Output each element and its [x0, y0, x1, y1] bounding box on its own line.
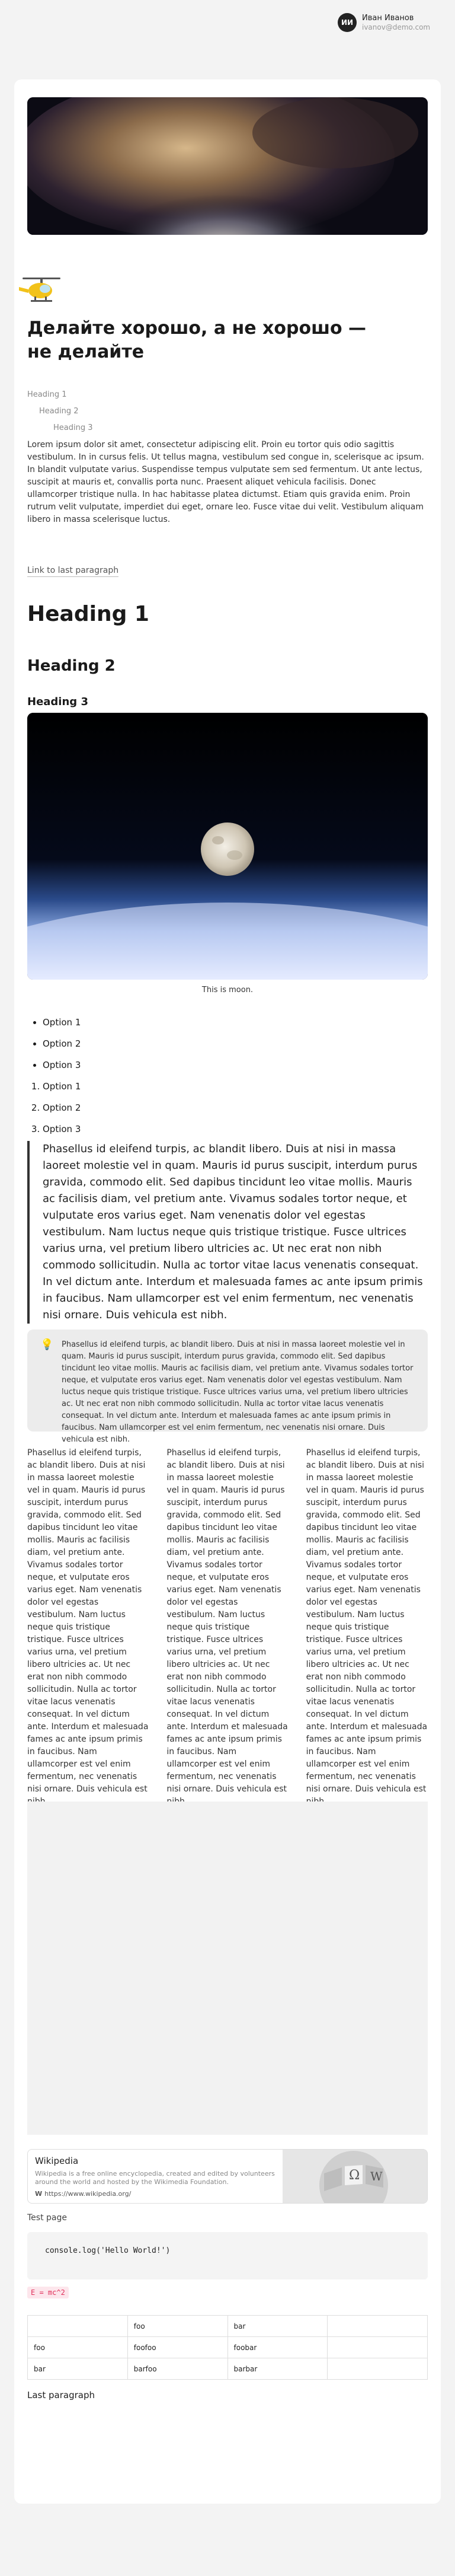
list-item: Option 1: [43, 1012, 81, 1033]
moon-image: [27, 713, 428, 980]
article-title: Делайте хорошо, а не хорошо — не делайте: [27, 318, 367, 362]
image-caption: This is moon.: [201, 986, 254, 994]
toc-item-heading-3[interactable]: Heading 3: [27, 420, 93, 436]
code-block: console.log('Hello World!'): [27, 2232, 428, 2279]
column-2: Phasellus id eleifend turpis, ac blandit…: [166, 1448, 288, 1806]
list-item: Option 3: [43, 1054, 81, 1076]
toc-item-heading-2[interactable]: Heading 2: [27, 403, 93, 420]
table-cell: [327, 2336, 428, 2358]
list-item: Option 2: [43, 1033, 81, 1054]
last-paragraph: Last paragraph: [27, 2390, 95, 2400]
list-item: Option 3: [43, 1118, 81, 1140]
table-cell: [327, 2315, 428, 2337]
heading-3: Heading 3: [27, 696, 88, 708]
callout-box: 💡 Phasellus id eleifend turpis, ac bland…: [27, 1330, 428, 1444]
equation: E = mc^2: [27, 2287, 69, 2298]
table-cell: barfoo: [127, 2358, 228, 2380]
link-to-last-paragraph[interactable]: Link to last paragraph: [27, 566, 119, 577]
list-item: Option 2: [43, 1097, 81, 1118]
table-cell: [27, 2315, 128, 2337]
table-cell: foo: [127, 2315, 228, 2337]
table-of-contents: Heading 1 Heading 2 Heading 3: [27, 387, 93, 436]
lightbulb-icon: 💡: [40, 1338, 54, 1351]
cover-image: [27, 97, 428, 235]
test-page-link[interactable]: Test page: [27, 2213, 67, 2223]
table-cell: foo: [27, 2336, 128, 2358]
list-item: Option 1: [43, 1076, 81, 1097]
table-cell: bar: [27, 2358, 128, 2380]
blockquote: Phasellus id eleifend turpis, ac blandit…: [27, 1141, 428, 1324]
svg-text:W: W: [370, 2169, 383, 2183]
link-preview-description: Wikipedia is a free online encyclopedia,…: [35, 2170, 275, 2186]
table-row: foo bar: [27, 2315, 428, 2337]
user-email: ivanov@demo.com: [362, 23, 431, 31]
avatar[interactable]: ИИ: [338, 13, 357, 32]
top-bar: ИИ Иван Иванов ivanov@demo.com: [0, 0, 455, 51]
data-table: foo bar foo foofoo foobar bar barfoo bar…: [27, 2315, 428, 2380]
user-menu[interactable]: ИИ Иван Иванов ivanov@demo.com: [338, 13, 430, 32]
table-cell: [327, 2358, 428, 2380]
embed-placeholder: [27, 1802, 428, 2135]
link-preview-url: https://www.wikipedia.org/: [44, 2190, 132, 2198]
table-cell: barbar: [227, 2358, 328, 2380]
heading-2: Heading 2: [27, 657, 116, 675]
toc-item-heading-1[interactable]: Heading 1: [27, 387, 93, 403]
table-cell: foofoo: [127, 2336, 228, 2358]
three-column-block: Phasellus id eleifend turpis, ac blandit…: [27, 1447, 428, 1808]
column-3: Phasellus id eleifend turpis, ac blandit…: [306, 1448, 428, 1806]
table-row: foo foofoo foobar: [27, 2336, 428, 2358]
intro-paragraph: Lorem ipsum dolor sit amet, consectetur …: [27, 440, 424, 524]
link-preview-card[interactable]: Wikipedia Wikipedia is a free online enc…: [27, 2149, 428, 2204]
article-card: Делайте хорошо, а не хорошо — не делайте…: [14, 79, 441, 2504]
helicopter-icon: [18, 269, 65, 311]
numbered-list: Option 1 Option 2 Option 3: [43, 1076, 81, 1140]
table-cell: foobar: [227, 2336, 328, 2358]
wikipedia-w-icon: W: [35, 2190, 43, 2198]
column-1: Phasellus id eleifend turpis, ac blandit…: [27, 1448, 149, 1806]
user-name: Иван Иванов: [362, 13, 414, 23]
wikipedia-globe-icon: Ω W: [283, 2150, 427, 2203]
svg-text:Ω: Ω: [349, 2168, 360, 2183]
bullet-list: Option 1 Option 2 Option 3: [43, 1012, 81, 1076]
link-preview-title: Wikipedia: [35, 2156, 79, 2166]
callout-text: Phasellus id eleifend turpis, ac blandit…: [62, 1340, 414, 1444]
table-row: bar barfoo barbar: [27, 2358, 428, 2380]
heading-1: Heading 1: [27, 602, 149, 626]
table-cell: bar: [227, 2315, 328, 2337]
